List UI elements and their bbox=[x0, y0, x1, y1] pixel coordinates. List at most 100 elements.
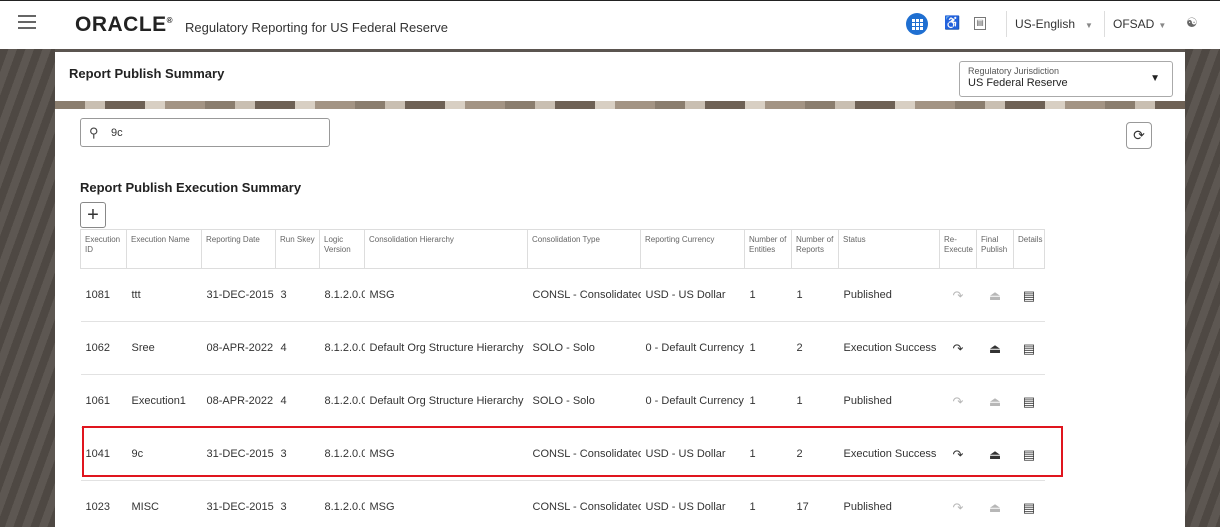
cell-name: Execution1 bbox=[126, 374, 202, 428]
cell-hierarchy: Default Org Structure Hierarchy bbox=[364, 321, 528, 375]
cell-name: Sree bbox=[126, 321, 202, 375]
cell-name: ttt bbox=[126, 268, 202, 322]
jurisdiction-select[interactable]: Regulatory Jurisdiction US Federal Reser… bbox=[959, 61, 1173, 97]
chevron-down-icon: ▼ bbox=[1150, 73, 1160, 84]
details-cell: ▤ bbox=[1013, 427, 1045, 481]
publish-icon: ⏏ bbox=[988, 394, 1002, 409]
cell-status: Execution Success bbox=[838, 427, 940, 481]
details-cell: ▤ bbox=[1013, 374, 1045, 428]
cell-hierarchy: MSG bbox=[364, 480, 528, 527]
cell-skey: 3 bbox=[275, 268, 320, 322]
publish-icon[interactable]: ⏏ bbox=[987, 447, 1003, 462]
cell-date: 31-DEC-2015 bbox=[201, 480, 276, 527]
search-icon: ⚲ bbox=[89, 125, 99, 140]
details-cell: ▤ bbox=[1013, 480, 1045, 527]
details-icon[interactable]: ▤ bbox=[1021, 341, 1037, 356]
table-row[interactable]: 1041 9c 31-DEC-2015 3 8.1.2.0.0 MSG CONSL - Co… bbox=[80, 427, 1045, 481]
brand-mark: ® bbox=[166, 16, 174, 25]
execution-table: Execution ID Execution Name Reporting Date… bbox=[80, 229, 1045, 527]
table-row[interactable]: 1061 Execution1 08-APR-2022 4 8.1.2.0.0 Defau… bbox=[80, 374, 1045, 428]
details-icon[interactable]: ▤ bbox=[1021, 500, 1037, 515]
table-header-row: Execution ID Execution Name Reporting Date… bbox=[80, 229, 1045, 269]
page-title: Report Publish Summary bbox=[69, 66, 225, 81]
cell-version: 8.1.2.0.0 bbox=[319, 268, 365, 322]
cell-currency: 0 - Default Currency bbox=[640, 374, 745, 428]
column-header: Reporting Date bbox=[201, 229, 276, 269]
column-header: Details bbox=[1013, 229, 1045, 269]
cell-date: 08-APR-2022 bbox=[201, 374, 276, 428]
cell-currency: USD - US Dollar bbox=[640, 427, 745, 481]
cell-date: 08-APR-2022 bbox=[201, 321, 276, 375]
cell-date: 31-DEC-2015 bbox=[201, 268, 276, 322]
jurisdiction-label: Regulatory Jurisdiction bbox=[968, 66, 1060, 76]
cell-reports: 2 bbox=[791, 427, 839, 481]
plus-icon: + bbox=[87, 204, 99, 226]
brand-name: ORACLE bbox=[75, 13, 167, 36]
details-icon[interactable]: ▤ bbox=[1021, 394, 1037, 409]
chevron-down-icon: ▼ bbox=[1085, 21, 1093, 30]
search-field[interactable]: ⚲ bbox=[80, 118, 330, 147]
cell-reports: 2 bbox=[791, 321, 839, 375]
details-icon[interactable]: ▤ bbox=[1021, 447, 1037, 462]
cell-id: 1041 bbox=[80, 427, 127, 481]
cell-status: Published bbox=[838, 374, 940, 428]
column-header: Number of Reports bbox=[791, 229, 839, 269]
add-button[interactable]: + bbox=[80, 202, 106, 228]
cell-entities: 1 bbox=[744, 268, 792, 322]
column-header: Status bbox=[838, 229, 940, 269]
cell-skey: 3 bbox=[275, 480, 320, 527]
re-execute-cell: ↷ bbox=[939, 480, 977, 527]
top-bar: ORACLE® Regulatory Reporting for US Fede… bbox=[0, 0, 1220, 49]
cell-skey: 4 bbox=[275, 374, 320, 428]
cell-currency: USD - US Dollar bbox=[640, 480, 745, 527]
cell-id: 1062 bbox=[80, 321, 127, 375]
column-header: Reporting Currency bbox=[640, 229, 745, 269]
refresh-button[interactable]: ⟳ bbox=[1126, 122, 1152, 149]
cell-entities: 1 bbox=[744, 321, 792, 375]
cell-entities: 1 bbox=[744, 480, 792, 527]
user-icon[interactable]: ☯ bbox=[1186, 15, 1198, 31]
details-cell: ▤ bbox=[1013, 321, 1045, 375]
help-icon[interactable]: ▤ bbox=[974, 17, 986, 30]
publish-icon[interactable]: ⏏ bbox=[987, 341, 1003, 356]
cell-skey: 4 bbox=[275, 321, 320, 375]
main-panel: Report Publish Summary Regulatory Jurisd… bbox=[55, 52, 1185, 527]
background-left bbox=[0, 49, 55, 527]
user-menu[interactable]: OFSAD ▼ bbox=[1104, 11, 1166, 37]
re-execute-icon: ↷ bbox=[952, 500, 964, 515]
apps-grid-icon[interactable] bbox=[906, 13, 928, 35]
cell-type: SOLO - Solo bbox=[527, 321, 641, 375]
column-header: Final Publish bbox=[976, 229, 1014, 269]
accessibility-icon[interactable]: ♿ bbox=[944, 15, 960, 31]
column-header: Run Skey bbox=[275, 229, 320, 269]
cell-id: 1061 bbox=[80, 374, 127, 428]
jurisdiction-value: US Federal Reserve bbox=[968, 77, 1068, 89]
column-header: Number of Entities bbox=[744, 229, 792, 269]
cell-hierarchy: MSG bbox=[364, 268, 528, 322]
column-header: Consolidation Type bbox=[527, 229, 641, 269]
re-execute-icon[interactable]: ↷ bbox=[950, 341, 966, 356]
table-row[interactable]: 1023 MISC 31-DEC-2015 3 8.1.2.0.0 MSG CONSL - … bbox=[80, 480, 1045, 527]
language-select[interactable]: US-English ▼ bbox=[1006, 11, 1098, 37]
cell-reports: 1 bbox=[791, 268, 839, 322]
cell-version: 8.1.2.0.0 bbox=[319, 321, 365, 375]
cell-type: SOLO - Solo bbox=[527, 374, 641, 428]
cell-status: Published bbox=[838, 268, 940, 322]
details-icon[interactable]: ▤ bbox=[1021, 288, 1037, 303]
cell-currency: 0 - Default Currency bbox=[640, 321, 745, 375]
re-execute-icon[interactable]: ↷ bbox=[950, 447, 966, 462]
cell-id: 1023 bbox=[80, 480, 127, 527]
details-cell: ▤ bbox=[1013, 268, 1045, 322]
cell-status: Execution Success bbox=[838, 321, 940, 375]
cell-skey: 3 bbox=[275, 427, 320, 481]
column-header: Execution ID bbox=[80, 229, 127, 269]
hamburger-icon[interactable] bbox=[18, 15, 36, 29]
table-row[interactable]: 1062 Sree 08-APR-2022 4 8.1.2.0.0 Default Org… bbox=[80, 321, 1045, 375]
column-header: Execution Name bbox=[126, 229, 202, 269]
publish-cell: ⏏ bbox=[976, 321, 1014, 375]
search-input[interactable] bbox=[111, 124, 321, 141]
table-row[interactable]: 1081 ttt 31-DEC-2015 3 8.1.2.0.0 MSG CONSL - C… bbox=[80, 268, 1045, 322]
cell-entities: 1 bbox=[744, 374, 792, 428]
oracle-logo: ORACLE® bbox=[75, 13, 173, 37]
cell-hierarchy: Default Org Structure Hierarchy bbox=[364, 374, 528, 428]
